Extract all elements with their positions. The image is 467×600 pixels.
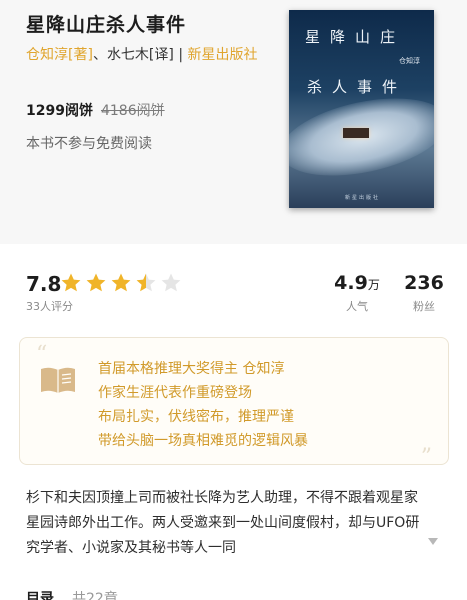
popularity-number: 4.9 bbox=[334, 272, 368, 294]
promo-line: 作家生涯代表作重磅登场 bbox=[98, 385, 252, 401]
popularity-unit: 万 bbox=[367, 278, 380, 292]
star-full-icon bbox=[111, 273, 131, 292]
book-title: 星降山庄杀人事件 bbox=[26, 14, 187, 36]
author-link[interactable]: 仓知淳[著] bbox=[26, 47, 93, 63]
expand-caret-icon[interactable] bbox=[428, 538, 438, 546]
fans-stat[interactable]: 236 粉丝 bbox=[404, 272, 444, 314]
original-price: 4186阅饼 bbox=[100, 103, 165, 119]
fans-label: 粉丝 bbox=[413, 300, 435, 313]
rating-stars bbox=[60, 272, 182, 294]
current-price: 1299阅饼 bbox=[26, 103, 93, 119]
cover-publisher: 新星出版社 bbox=[345, 195, 381, 201]
book-credits: 仓知淳[著]、水七木[译] | 新星出版社 bbox=[26, 44, 266, 66]
free-reading-note: 本书不参与免费阅读 bbox=[26, 136, 152, 152]
promo-line: 带给头脑一场真相难觅的逻辑风暴 bbox=[98, 433, 308, 449]
catalog-label: 目录 bbox=[26, 591, 54, 600]
cover-author: 仓知淳 bbox=[399, 57, 420, 65]
promo-card: “ 首届本格推理大奖得主 仓知淳 作家生涯代表作重磅登场布局扎实，伏线密布，推理严… bbox=[19, 337, 449, 470]
promo-line: 首届本格推理大奖得主 仓知淳 bbox=[98, 361, 285, 377]
open-book-icon bbox=[41, 367, 75, 393]
catalog-count: 共22章 bbox=[72, 591, 118, 600]
cover-title-line1: 星降山庄 bbox=[305, 28, 406, 46]
book-header: 星降山庄杀人事件 仓知淳[著]、水七木[译] | 新星出版社 1299阅饼 418… bbox=[0, 0, 467, 244]
star-empty-icon bbox=[161, 273, 181, 292]
promo-lines: 首届本格推理大奖得主 仓知淳 作家生涯代表作重磅登场布局扎实，伏线密布，推理严谨带… bbox=[98, 357, 308, 453]
book-description[interactable]: 杉下和夫因顶撞上司而被社长降为艺人助理，不得不跟着观星家星园诗郎外出工作。两人受… bbox=[26, 486, 428, 562]
popularity-label: 人气 bbox=[346, 300, 368, 313]
book-cover[interactable]: 星降山庄 杀人事件 仓知淳 新星出版社 bbox=[289, 10, 434, 208]
catalog-row[interactable]: 目录 共22章 bbox=[26, 588, 118, 600]
star-half-icon bbox=[136, 273, 156, 292]
publisher-link[interactable]: 新星出版社 bbox=[188, 47, 258, 63]
popularity-value: 4.9万 bbox=[334, 272, 380, 294]
star-full-icon bbox=[61, 273, 81, 292]
fans-value: 236 bbox=[404, 272, 444, 294]
translator-name: 水七木[译] bbox=[106, 47, 174, 63]
popularity-stat: 4.9万 人气 bbox=[334, 272, 380, 314]
credit-divider: | bbox=[178, 47, 184, 63]
cover-title-line2: 杀人事件 bbox=[307, 78, 408, 96]
cover-cabin-illustration bbox=[343, 128, 369, 138]
price-row: 1299阅饼 4186阅饼 bbox=[26, 100, 165, 120]
open-quote-icon: “ bbox=[36, 342, 48, 367]
promo-line: 布局扎实，伏线密布，推理严谨 bbox=[98, 409, 294, 425]
credit-separator: 、 bbox=[92, 47, 107, 63]
rating-score: 7.8 bbox=[26, 272, 62, 296]
close-quote-icon: ” bbox=[420, 445, 432, 470]
rating-count[interactable]: 33人评分 bbox=[26, 298, 73, 314]
star-full-icon bbox=[86, 273, 106, 292]
